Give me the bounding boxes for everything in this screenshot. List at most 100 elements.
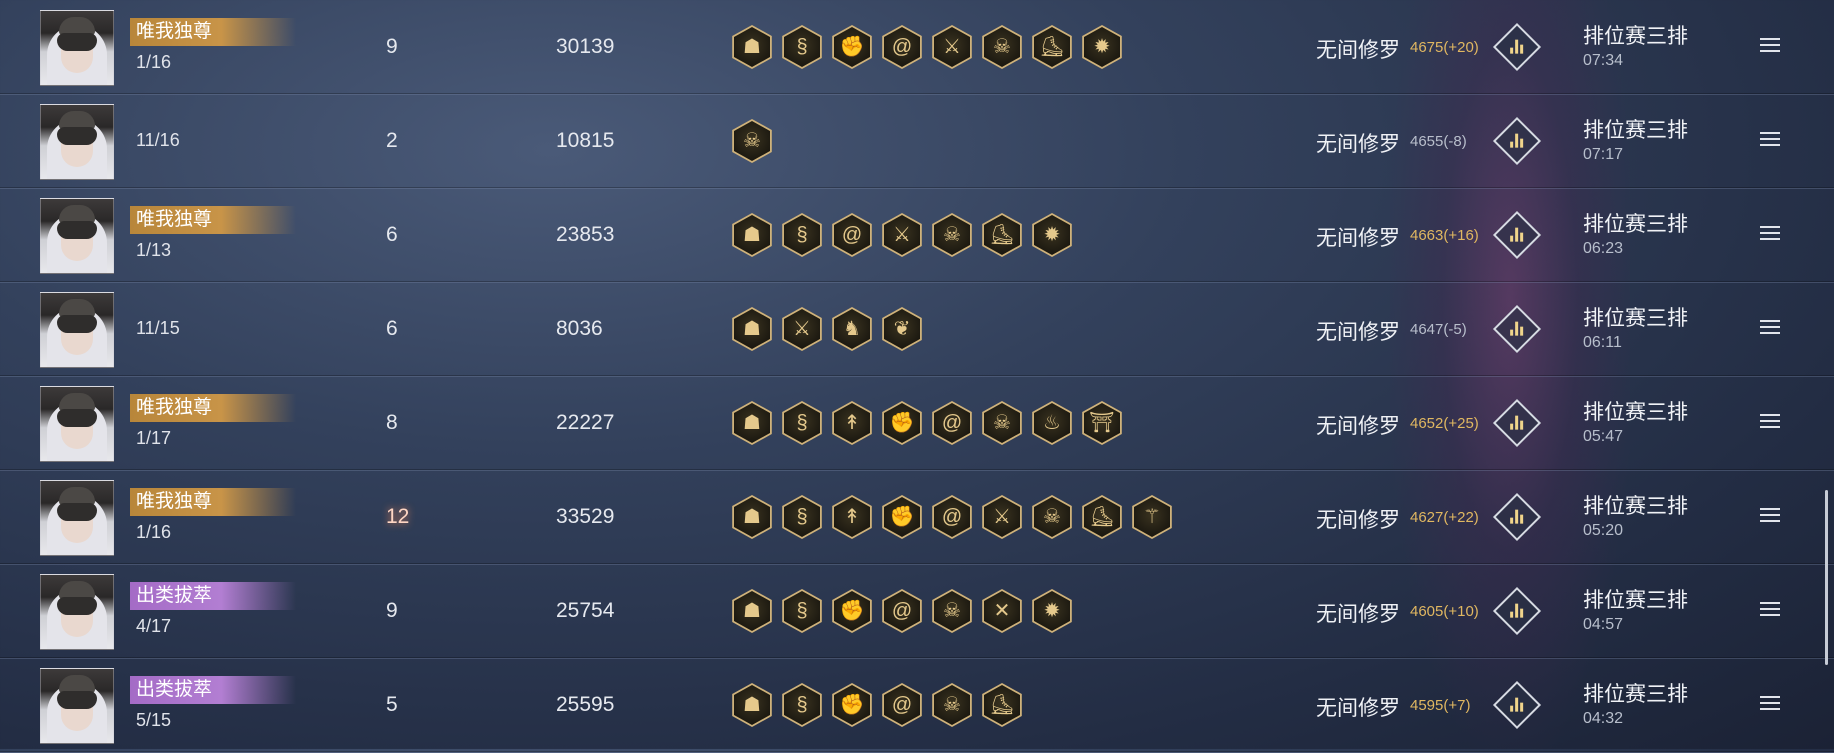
stats-icon[interactable] (1492, 492, 1542, 542)
game-mode: 无间修罗 (1316, 603, 1400, 626)
achievement-icons: ☗ § ✊ @ ☠ ⛸ (730, 683, 1024, 727)
menu-icon[interactable] (1760, 508, 1780, 524)
menu-icon[interactable] (1760, 132, 1780, 148)
stats-icon[interactable] (1492, 586, 1542, 636)
kill-count: 9 (386, 35, 398, 58)
sun-wheel-icon: ✹ (1032, 213, 1072, 257)
match-type: 排位赛三排 (1583, 213, 1688, 236)
damage-score: 30139 (556, 35, 615, 58)
avatar (40, 480, 114, 556)
stats-icon[interactable] (1492, 398, 1542, 448)
stats-icon[interactable] (1492, 116, 1542, 166)
match-row[interactable]: 唯我独尊 1/16 12 33529 ☗ § ↟ ✊ @ ⚔ ☠ ⛸ ⚚ 无间修… (0, 470, 1834, 565)
match-type: 排位赛三排 (1583, 307, 1688, 330)
match-time: 07:34 (1583, 52, 1624, 69)
match-time: 05:47 (1583, 428, 1624, 445)
match-type: 排位赛三排 (1583, 401, 1688, 424)
swirl-icon: @ (832, 213, 872, 257)
skull-icon: ☠ (732, 119, 772, 163)
placement-rank: 11/15 (136, 318, 180, 338)
game-mode: 无间修罗 (1316, 697, 1400, 720)
coin-spiral-icon: § (782, 495, 822, 539)
match-time: 06:23 (1583, 240, 1624, 257)
match-time: 05:20 (1583, 522, 1624, 539)
menu-icon[interactable] (1760, 226, 1780, 242)
skull-icon: ☠ (982, 401, 1022, 445)
fist-icon: ✊ (832, 25, 872, 69)
avatar (40, 198, 114, 274)
damage-score: 25754 (556, 599, 615, 622)
flame-icon: ♨ (1032, 401, 1072, 445)
match-time: 04:32 (1583, 710, 1624, 727)
fist-icon: ✊ (832, 683, 872, 727)
match-row[interactable]: 出类拔萃 5/15 5 25595 ☗ § ✊ @ ☠ ⛸ 无间修罗 4595(… (0, 658, 1834, 753)
blades-icon: ⚔ (882, 213, 922, 257)
menu-icon[interactable] (1760, 696, 1780, 712)
menu-icon[interactable] (1760, 414, 1780, 430)
stats-icon[interactable] (1492, 680, 1542, 730)
achievement-icons: ☗ § ↟ ✊ @ ⚔ ☠ ⛸ ⚚ (730, 495, 1174, 539)
blades-icon: ⚔ (782, 307, 822, 351)
title-badge: 唯我独尊 (130, 206, 296, 234)
game-mode: 无间修罗 (1316, 39, 1400, 62)
match-type: 排位赛三排 (1583, 119, 1688, 142)
swirl-icon: @ (882, 683, 922, 727)
match-row[interactable]: 唯我独尊 1/13 6 23853 ☗ § @ ⚔ ☠ ⛸ ✹ 无间修罗 466… (0, 188, 1834, 283)
damage-score: 22227 (556, 411, 615, 434)
rating-change: 4647(-5) (1410, 321, 1467, 338)
menu-icon[interactable] (1760, 602, 1780, 618)
oni-mask-icon: ☗ (732, 401, 772, 445)
oni-mask-icon: ☗ (732, 589, 772, 633)
stats-icon[interactable] (1492, 304, 1542, 354)
match-time: 06:11 (1583, 334, 1622, 351)
boot-icon: ⛸ (982, 213, 1022, 257)
rating-change: 4655(-8) (1410, 133, 1467, 150)
kill-count: 6 (386, 223, 398, 246)
kill-count: 9 (386, 599, 398, 622)
damage-score: 23853 (556, 223, 615, 246)
placement-rank: 1/13 (136, 240, 172, 260)
scrollbar[interactable] (1825, 490, 1828, 665)
rating-change: 4675(+20) (1410, 39, 1479, 56)
coin-spiral-icon: § (782, 589, 822, 633)
game-mode: 无间修罗 (1316, 509, 1400, 532)
avatar (40, 574, 114, 650)
damage-score: 33529 (556, 505, 615, 528)
match-row[interactable]: 唯我独尊 1/16 9 30139 ☗ § ✊ @ ⚔ ☠ ⛸ ✹ 无间修罗 4… (0, 0, 1834, 95)
coin-spiral-icon: § (782, 25, 822, 69)
coin-spiral-icon: § (782, 213, 822, 257)
blades-icon: ⚔ (982, 495, 1022, 539)
stats-icon[interactable] (1492, 210, 1542, 260)
kill-count: 5 (386, 693, 398, 716)
match-type: 排位赛三排 (1583, 495, 1688, 518)
fist-icon: ✊ (882, 495, 922, 539)
placement-rank: 1/16 (136, 52, 172, 72)
blades-icon: ⚔ (932, 25, 972, 69)
menu-icon[interactable] (1760, 320, 1780, 336)
coin-spiral-icon: § (782, 401, 822, 445)
kill-count: 2 (386, 129, 398, 152)
match-time: 04:57 (1583, 616, 1624, 633)
game-mode: 无间修罗 (1316, 133, 1400, 156)
swirl-icon: @ (882, 25, 922, 69)
match-row[interactable]: 出类拔萃 4/17 9 25754 ☗ § ✊ @ ☠ ✕ ✹ 无间修罗 460… (0, 564, 1834, 659)
match-row[interactable]: 11/15 6 8036 ☗ ⚔ ♞ ❦ 无间修罗 4647(-5) 排位赛三排… (0, 282, 1834, 377)
placement-rank: 1/16 (136, 522, 172, 542)
rating-change: 4627(+22) (1410, 509, 1479, 526)
match-time: 07:17 (1583, 146, 1624, 163)
skull-icon: ☠ (1032, 495, 1072, 539)
achievement-icons: ☗ § ✊ @ ⚔ ☠ ⛸ ✹ (730, 25, 1124, 69)
stats-icon[interactable] (1492, 22, 1542, 72)
damage-score: 10815 (556, 129, 615, 152)
rating-change: 4652(+25) (1410, 415, 1479, 432)
dragon-icon: ❦ (882, 307, 922, 351)
menu-icon[interactable] (1760, 38, 1780, 54)
match-type: 排位赛三排 (1583, 683, 1688, 706)
rating-change: 4595(+7) (1410, 697, 1471, 714)
title-badge: 唯我独尊 (130, 488, 296, 516)
swirl-icon: @ (882, 589, 922, 633)
match-type: 排位赛三排 (1583, 589, 1688, 612)
boot-icon: ⛸ (1032, 25, 1072, 69)
match-row[interactable]: 唯我独尊 1/17 8 22227 ☗ § ↟ ✊ @ ☠ ♨ ⛩ 无间修罗 4… (0, 376, 1834, 471)
match-row[interactable]: 11/16 2 10815 ☠ 无间修罗 4655(-8) 排位赛三排 07:1… (0, 94, 1834, 189)
